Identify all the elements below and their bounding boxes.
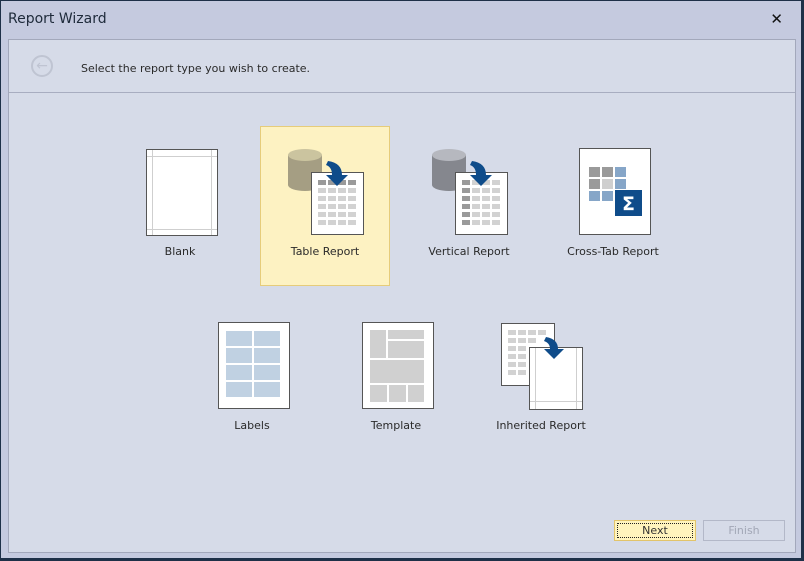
- report-type-label: Vertical Report: [428, 245, 510, 258]
- report-type-inherited-report[interactable]: Inherited Report: [476, 300, 606, 460]
- window-title: Report Wizard: [8, 11, 107, 27]
- report-type-vertical-report[interactable]: Vertical Report: [404, 126, 534, 286]
- report-type-label: Blank: [164, 245, 196, 258]
- report-type-label: Template: [370, 419, 422, 432]
- close-icon[interactable]: ✕: [770, 10, 783, 28]
- wizard-header: ← Select the report type you wish to cre…: [9, 40, 795, 93]
- blank-page-icon: [146, 149, 218, 236]
- labels-icon: [218, 322, 290, 409]
- svg-text:Σ: Σ: [622, 193, 635, 215]
- cross-tab-icon: Σ: [579, 148, 651, 235]
- wizard-subtitle: Select the report type you wish to creat…: [81, 62, 311, 75]
- template-icon: [362, 322, 434, 409]
- report-type-label: Labels: [234, 419, 270, 432]
- vertical-report-icon: [432, 149, 508, 235]
- finish-button[interactable]: Finish: [703, 520, 785, 541]
- wizard-panel: ← Select the report type you wish to cre…: [8, 39, 796, 553]
- report-type-table-report[interactable]: Table Report: [260, 126, 390, 286]
- report-type-template[interactable]: Template: [331, 300, 461, 460]
- report-type-label: Inherited Report: [496, 419, 586, 432]
- report-type-label: Table Report: [290, 245, 360, 258]
- report-type-label: Cross-Tab Report: [567, 245, 659, 258]
- report-type-cross-tab-report[interactable]: Σ Cross-Tab Report: [548, 126, 678, 286]
- table-report-icon: [288, 149, 364, 235]
- next-button[interactable]: Next: [614, 520, 696, 541]
- report-type-labels[interactable]: Labels: [187, 300, 317, 460]
- inherited-report-icon: [501, 323, 583, 410]
- report-type-blank[interactable]: Blank: [115, 126, 245, 286]
- back-arrow-icon[interactable]: ←: [31, 55, 53, 77]
- report-wizard-window: Report Wizard ✕ ← Select the report type…: [1, 1, 801, 558]
